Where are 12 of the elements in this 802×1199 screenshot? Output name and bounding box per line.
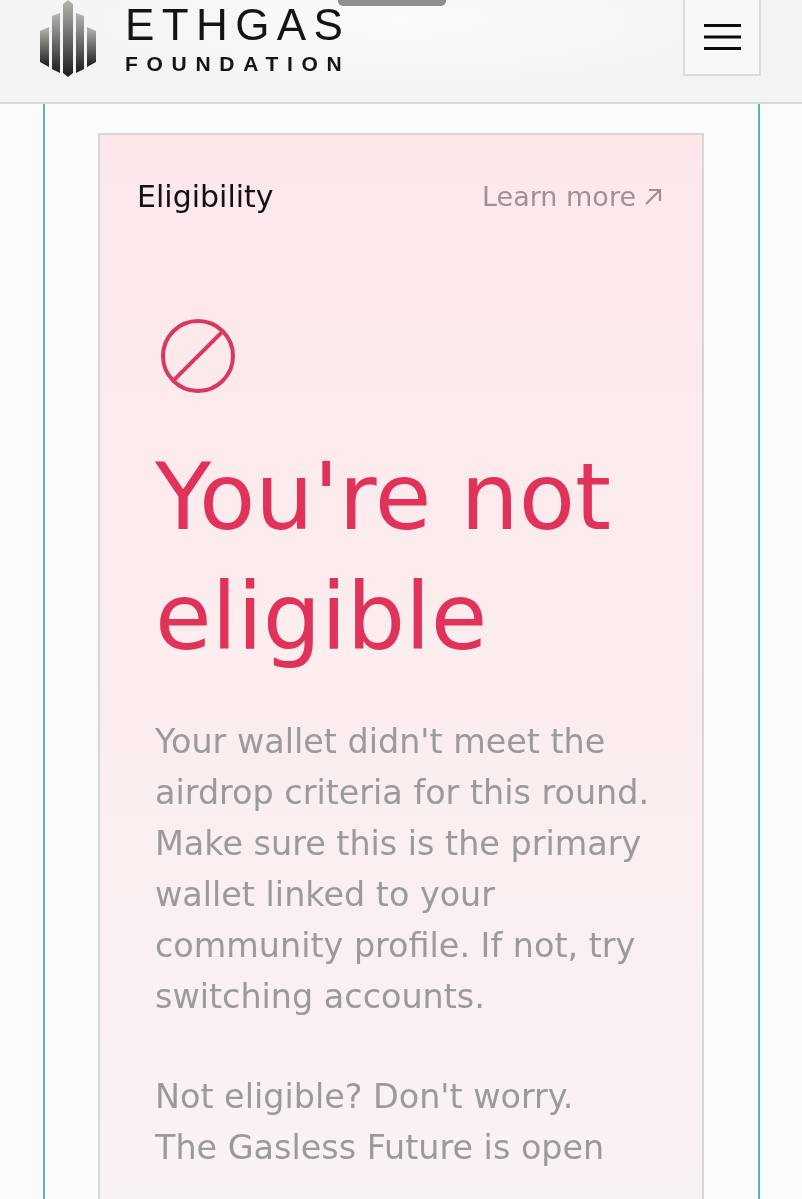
status-heading: You're not eligible [155,443,613,673]
logo-title: ETHGAS [125,3,351,47]
menu-button[interactable] [683,0,761,76]
message-paragraph: Not eligible? Don't worry. The Gasless Future is open [155,1076,606,1169]
prohibited-icon [161,319,235,393]
logo-subtitle: FOUNDATION [125,53,351,75]
message-paragraph: Your wallet didn't meet the airdrop criteria for this round. Make sure this is the primary wallet linked to your community profile. If not, try switching accounts. [155,721,650,1018]
arrow-up-right-icon [644,188,662,206]
learn-more-link[interactable]: Learn more [482,179,662,215]
menu-icon [703,24,741,50]
logo-bars-icon [40,0,97,77]
card-title: Eligibility [137,179,274,215]
